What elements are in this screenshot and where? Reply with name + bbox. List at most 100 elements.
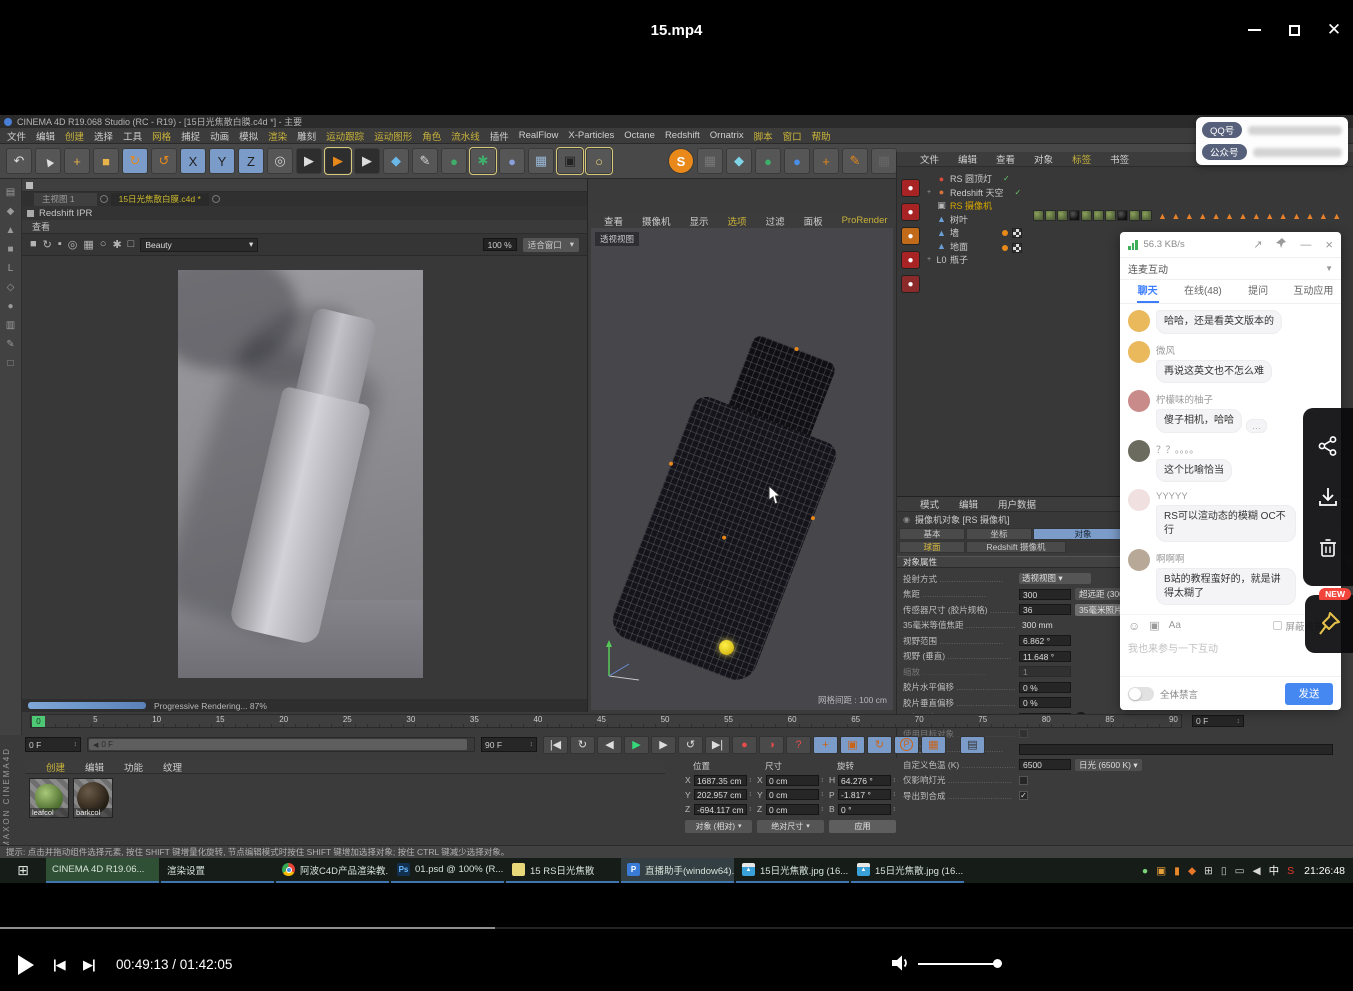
- light-icon[interactable]: ●: [901, 203, 920, 221]
- toolbar-icon[interactable]: ▲: [35, 148, 61, 174]
- attribute-value[interactable]: 6.862 °: [1019, 635, 1071, 646]
- transport-button[interactable]: ▶: [624, 736, 649, 754]
- transport-button[interactable]: ◀: [597, 736, 622, 754]
- object-name[interactable]: 墙: [950, 226, 959, 239]
- strip-icon[interactable]: ▤: [6, 187, 15, 198]
- emoji-icon[interactable]: ☺: [1128, 619, 1140, 633]
- transport-button[interactable]: ↺: [678, 736, 703, 754]
- material-menu-item[interactable]: 编辑: [80, 760, 109, 774]
- menu-item[interactable]: 流水线: [446, 129, 485, 143]
- menu-item[interactable]: 选择: [89, 129, 118, 143]
- menu-item[interactable]: 插件: [485, 129, 514, 143]
- expand-toggle[interactable]: +: [925, 256, 933, 263]
- menu-item[interactable]: 编辑: [31, 129, 60, 143]
- chat-tab[interactable]: 聊天: [1120, 280, 1175, 303]
- start-button[interactable]: ⊞: [0, 858, 46, 883]
- axis-origin-highlight[interactable]: [719, 640, 734, 655]
- coordinate-value[interactable]: 0 cm: [766, 789, 819, 800]
- taskbar-item[interactable]: 阿波C4D产品渲染教...: [276, 858, 389, 883]
- video-seekbar[interactable]: [0, 927, 1353, 929]
- toolbar-icon[interactable]: ●: [499, 148, 525, 174]
- tray-icon[interactable]: ▮: [1174, 865, 1180, 877]
- menu-item[interactable]: 动画: [205, 129, 234, 143]
- toolbar-icon[interactable]: ▶: [296, 148, 322, 174]
- ipr-tool-icon[interactable]: ○: [100, 238, 107, 251]
- toolbar-icon[interactable]: ✎: [412, 148, 438, 174]
- coordinate-value[interactable]: 0 cm: [766, 804, 819, 815]
- attr-menu-item[interactable]: 用户数据: [993, 497, 1041, 511]
- avatar[interactable]: [1128, 440, 1150, 462]
- attribute-value[interactable]: 0 %: [1019, 682, 1071, 693]
- menu-item[interactable]: 帮助: [807, 129, 836, 143]
- download-icon[interactable]: [1317, 486, 1339, 508]
- enabled-check[interactable]: ✓: [1003, 174, 1010, 183]
- pin-tool-button[interactable]: NEW: [1305, 595, 1353, 653]
- tray-icon[interactable]: 中: [1269, 863, 1280, 878]
- ipr-tool-icon[interactable]: ↻: [43, 238, 52, 251]
- tag-row[interactable]: [1002, 243, 1022, 253]
- popout-icon[interactable]: ↗: [1253, 238, 1262, 251]
- menu-item[interactable]: 网格: [147, 129, 176, 143]
- trash-icon[interactable]: [1318, 537, 1338, 559]
- attribute-value[interactable]: [1019, 729, 1028, 738]
- channel-dropdown[interactable]: 连麦互动▼: [1120, 258, 1341, 280]
- toolbar-icon[interactable]: ↻: [122, 148, 148, 174]
- menu-item[interactable]: X-Particles: [563, 130, 619, 141]
- font-icon[interactable]: Aa: [1169, 620, 1181, 631]
- light-icon[interactable]: ●: [901, 251, 920, 269]
- coordinate-value[interactable]: -694.117 cm: [694, 804, 747, 815]
- chat-tab[interactable]: 提问: [1231, 280, 1286, 303]
- viewport-menu-item[interactable]: ProRender: [837, 215, 893, 226]
- coordinate-value[interactable]: 0 cm: [766, 775, 819, 786]
- attr-menu-item[interactable]: 编辑: [954, 497, 983, 511]
- texture-tag-strip[interactable]: ▲▲▲▲▲▲▲▲▲▲▲▲▲▲: [1033, 210, 1346, 221]
- light-icon[interactable]: ●: [901, 179, 920, 197]
- toolbar-icon[interactable]: X: [180, 148, 206, 174]
- toolbar-icon[interactable]: S: [668, 148, 694, 174]
- apply-button[interactable]: 应用: [829, 820, 896, 833]
- maximize-button[interactable]: [1280, 20, 1308, 40]
- transport-button[interactable]: ●: [732, 736, 757, 754]
- current-frame-marker[interactable]: 0: [32, 716, 45, 727]
- attribute-tab[interactable]: 基本: [899, 528, 965, 540]
- tab-active-document[interactable]: 15日光焦散白膜.c4d *: [111, 193, 209, 206]
- menu-item[interactable]: Ornatrix: [705, 130, 749, 141]
- viewport-menu-item[interactable]: 显示: [685, 214, 714, 228]
- coordinate-value[interactable]: 64.276 °: [838, 775, 891, 786]
- menu-item[interactable]: RealFlow: [514, 130, 564, 141]
- attribute-tab[interactable]: 坐标: [966, 528, 1032, 540]
- previous-button[interactable]: |◀: [53, 957, 65, 973]
- attribute-value[interactable]: 36: [1019, 604, 1071, 615]
- om-menu-item[interactable]: 文件: [915, 152, 944, 166]
- attribute-tab[interactable]: Redshift 摄像机: [966, 541, 1066, 553]
- material-menu-item[interactable]: 纹理: [158, 760, 187, 774]
- tab-main-view[interactable]: 主视图 1: [34, 193, 97, 206]
- om-menu-item[interactable]: 书签: [1105, 152, 1134, 166]
- toolbar-icon[interactable]: ✎: [842, 148, 868, 174]
- ipr-zoom-field[interactable]: 100 %: [483, 238, 517, 251]
- taskbar-item[interactable]: Ps 01.psd @ 100% (R...: [391, 858, 504, 883]
- coordinate-value[interactable]: -1.817 °: [838, 789, 891, 800]
- share-icon[interactable]: [1317, 435, 1339, 457]
- volume-icon[interactable]: [891, 954, 911, 972]
- toolbar-icon[interactable]: Y: [209, 148, 235, 174]
- viewport-menu-item[interactable]: 面板: [799, 214, 828, 228]
- toolbar-icon[interactable]: Z: [238, 148, 264, 174]
- object-name[interactable]: RS 摄像机: [950, 199, 992, 212]
- toolbar-icon[interactable]: ◆: [726, 148, 752, 174]
- toolbar-icon[interactable]: ◆: [383, 148, 409, 174]
- strip-icon[interactable]: ■: [7, 244, 13, 255]
- transport-button[interactable]: ◑: [759, 736, 784, 754]
- clock[interactable]: 21:26:48: [1304, 865, 1345, 877]
- taskbar-item[interactable]: CINEMA 4D R19.06...: [46, 858, 159, 883]
- toolbar-icon[interactable]: ▦: [697, 148, 723, 174]
- toolbar-icon[interactable]: ▣: [557, 148, 583, 174]
- menu-item[interactable]: 雕刻: [292, 129, 321, 143]
- tray-icon[interactable]: ▣: [1156, 865, 1166, 877]
- object-row[interactable]: ● RS 圆顶灯 ✓: [925, 172, 1353, 186]
- chat-tab[interactable]: 在线(48): [1175, 280, 1230, 303]
- toolbar-icon[interactable]: ✱: [470, 148, 496, 174]
- minimize-button[interactable]: [1240, 20, 1268, 40]
- toolbar-icon[interactable]: ↶: [6, 148, 32, 174]
- toolbar-icon[interactable]: ▦: [528, 148, 554, 174]
